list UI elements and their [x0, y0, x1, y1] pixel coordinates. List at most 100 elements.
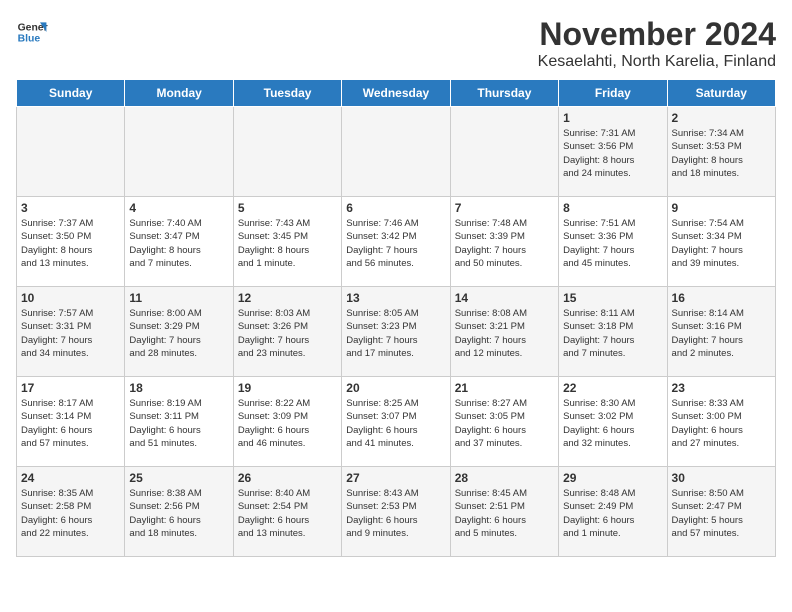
day-number: 25 — [129, 471, 228, 485]
calendar-cell: 2Sunrise: 7:34 AMSunset: 3:53 PMDaylight… — [667, 107, 775, 197]
day-info: Sunrise: 7:46 AMSunset: 3:42 PMDaylight:… — [346, 217, 445, 270]
day-info: Sunrise: 8:08 AMSunset: 3:21 PMDaylight:… — [455, 307, 554, 360]
day-number: 13 — [346, 291, 445, 305]
day-header-saturday: Saturday — [667, 80, 775, 107]
day-number: 15 — [563, 291, 662, 305]
calendar-week-row: 17 Sunrise: 8:17 AMSunset: 3:14 PMDayligh… — [17, 377, 776, 467]
calendar-cell: 17 Sunrise: 8:17 AMSunset: 3:14 PMDayligh… — [17, 377, 125, 467]
title-block: November 2024 Kesaelahti, North Karelia,… — [538, 16, 776, 71]
calendar-cell: 7Sunrise: 7:48 AMSunset: 3:39 PMDaylight… — [450, 197, 558, 287]
day-info: Sunrise: 7:34 AMSunset: 3:53 PMDaylight:… — [672, 127, 771, 180]
calendar-cell: 30 Sunrise: 8:50 AMSunset: 2:47 PMDayligh… — [667, 467, 775, 557]
calendar-cell: 22Sunrise: 8:30 AMSunset: 3:02 PMDayligh… — [559, 377, 667, 467]
day-number: 12 — [238, 291, 337, 305]
day-number: 28 — [455, 471, 554, 485]
day-info: Sunrise: 8:19 AMSunset: 3:11 PMDaylight:… — [129, 397, 228, 450]
logo-icon: General Blue — [16, 16, 48, 48]
calendar-week-row: 3 Sunrise: 7:37 AMSunset: 3:50 PMDaylight… — [17, 197, 776, 287]
day-number: 23 — [672, 381, 771, 395]
calendar-cell: 10Sunrise: 7:57 AMSunset: 3:31 PMDayligh… — [17, 287, 125, 377]
calendar-cell: 14 Sunrise: 8:08 AMSunset: 3:21 PMDayligh… — [450, 287, 558, 377]
day-number: 24 — [21, 471, 120, 485]
day-info: Sunrise: 8:50 AMSunset: 2:47 PMDaylight:… — [672, 487, 771, 540]
day-number: 9 — [672, 201, 771, 215]
day-number: 4 — [129, 201, 228, 215]
day-number: 20 — [346, 381, 445, 395]
day-number: 6 — [346, 201, 445, 215]
calendar-cell: 16Sunrise: 8:14 AMSunset: 3:16 PMDayligh… — [667, 287, 775, 377]
day-info: Sunrise: 8:38 AMSunset: 2:56 PMDaylight:… — [129, 487, 228, 540]
day-number: 11 — [129, 291, 228, 305]
calendar-cell: 23 Sunrise: 8:33 AMSunset: 3:00 PMDayligh… — [667, 377, 775, 467]
day-header-sunday: Sunday — [17, 80, 125, 107]
day-info: Sunrise: 8:45 AMSunset: 2:51 PMDaylight:… — [455, 487, 554, 540]
day-info: Sunrise: 7:31 AMSunset: 3:56 PMDaylight:… — [563, 127, 662, 180]
day-info: Sunrise: 8:03 AMSunset: 3:26 PMDaylight:… — [238, 307, 337, 360]
calendar-cell: 26 Sunrise: 8:40 AMSunset: 2:54 PMDayligh… — [233, 467, 341, 557]
day-number: 19 — [238, 381, 337, 395]
calendar-cell: 12 Sunrise: 8:03 AMSunset: 3:26 PMDayligh… — [233, 287, 341, 377]
calendar-cell — [233, 107, 341, 197]
page-header: General Blue November 2024 Kesaelahti, N… — [16, 16, 776, 71]
calendar-cell — [125, 107, 233, 197]
day-number: 26 — [238, 471, 337, 485]
day-info: Sunrise: 7:43 AMSunset: 3:45 PMDaylight:… — [238, 217, 337, 270]
calendar-week-row: 1 Sunrise: 7:31 AMSunset: 3:56 PMDaylight… — [17, 107, 776, 197]
day-number: 1 — [563, 111, 662, 125]
day-header-wednesday: Wednesday — [342, 80, 450, 107]
calendar-cell: 4 Sunrise: 7:40 AMSunset: 3:47 PMDaylight… — [125, 197, 233, 287]
calendar-cell: 18Sunrise: 8:19 AMSunset: 3:11 PMDayligh… — [125, 377, 233, 467]
day-header-friday: Friday — [559, 80, 667, 107]
day-info: Sunrise: 8:40 AMSunset: 2:54 PMDaylight:… — [238, 487, 337, 540]
calendar-cell: 25 Sunrise: 8:38 AMSunset: 2:56 PMDayligh… — [125, 467, 233, 557]
day-header-monday: Monday — [125, 80, 233, 107]
day-info: Sunrise: 7:51 AMSunset: 3:36 PMDaylight:… — [563, 217, 662, 270]
day-number: 17 — [21, 381, 120, 395]
calendar-week-row: 24 Sunrise: 8:35 AMSunset: 2:58 PMDayligh… — [17, 467, 776, 557]
location-subtitle: Kesaelahti, North Karelia, Finland — [538, 53, 776, 71]
calendar-table: SundayMondayTuesdayWednesdayThursdayFrid… — [16, 79, 776, 557]
day-number: 30 — [672, 471, 771, 485]
day-number: 29 — [563, 471, 662, 485]
calendar-cell — [450, 107, 558, 197]
day-info: Sunrise: 8:14 AMSunset: 3:16 PMDaylight:… — [672, 307, 771, 360]
calendar-cell — [342, 107, 450, 197]
day-info: Sunrise: 8:22 AMSunset: 3:09 PMDaylight:… — [238, 397, 337, 450]
calendar-cell: 27Sunrise: 8:43 AMSunset: 2:53 PMDayligh… — [342, 467, 450, 557]
day-info: Sunrise: 7:37 AMSunset: 3:50 PMDaylight:… — [21, 217, 120, 270]
calendar-week-row: 10Sunrise: 7:57 AMSunset: 3:31 PMDayligh… — [17, 287, 776, 377]
calendar-cell: 19 Sunrise: 8:22 AMSunset: 3:09 PMDayligh… — [233, 377, 341, 467]
calendar-cell: 9Sunrise: 7:54 AMSunset: 3:34 PMDaylight… — [667, 197, 775, 287]
day-number: 3 — [21, 201, 120, 215]
day-info: Sunrise: 8:17 AMSunset: 3:14 PMDaylight:… — [21, 397, 120, 450]
day-header-thursday: Thursday — [450, 80, 558, 107]
day-number: 21 — [455, 381, 554, 395]
day-info: Sunrise: 8:00 AMSunset: 3:29 PMDaylight:… — [129, 307, 228, 360]
day-number: 14 — [455, 291, 554, 305]
calendar-cell: 13 Sunrise: 8:05 AMSunset: 3:23 PMDayligh… — [342, 287, 450, 377]
calendar-cell: 20Sunrise: 8:25 AMSunset: 3:07 PMDayligh… — [342, 377, 450, 467]
day-header-tuesday: Tuesday — [233, 80, 341, 107]
calendar-cell: 29Sunrise: 8:48 AMSunset: 2:49 PMDayligh… — [559, 467, 667, 557]
day-info: Sunrise: 7:57 AMSunset: 3:31 PMDaylight:… — [21, 307, 120, 360]
calendar-cell: 1 Sunrise: 7:31 AMSunset: 3:56 PMDaylight… — [559, 107, 667, 197]
calendar-header-row: SundayMondayTuesdayWednesdayThursdayFrid… — [17, 80, 776, 107]
logo: General Blue — [16, 16, 48, 48]
day-number: 5 — [238, 201, 337, 215]
calendar-cell: 11 Sunrise: 8:00 AMSunset: 3:29 PMDayligh… — [125, 287, 233, 377]
day-number: 8 — [563, 201, 662, 215]
day-info: Sunrise: 8:11 AMSunset: 3:18 PMDaylight:… — [563, 307, 662, 360]
calendar-cell: 3 Sunrise: 7:37 AMSunset: 3:50 PMDaylight… — [17, 197, 125, 287]
calendar-cell: 6 Sunrise: 7:46 AMSunset: 3:42 PMDaylight… — [342, 197, 450, 287]
calendar-cell: 5 Sunrise: 7:43 AMSunset: 3:45 PMDaylight… — [233, 197, 341, 287]
day-number: 7 — [455, 201, 554, 215]
calendar-cell: 21Sunrise: 8:27 AMSunset: 3:05 PMDayligh… — [450, 377, 558, 467]
calendar-cell — [17, 107, 125, 197]
day-info: Sunrise: 8:05 AMSunset: 3:23 PMDaylight:… — [346, 307, 445, 360]
day-number: 22 — [563, 381, 662, 395]
day-info: Sunrise: 8:33 AMSunset: 3:00 PMDaylight:… — [672, 397, 771, 450]
svg-text:Blue: Blue — [18, 34, 41, 45]
day-info: Sunrise: 7:40 AMSunset: 3:47 PMDaylight:… — [129, 217, 228, 270]
day-info: Sunrise: 8:35 AMSunset: 2:58 PMDaylight:… — [21, 487, 120, 540]
month-title: November 2024 — [538, 16, 776, 53]
